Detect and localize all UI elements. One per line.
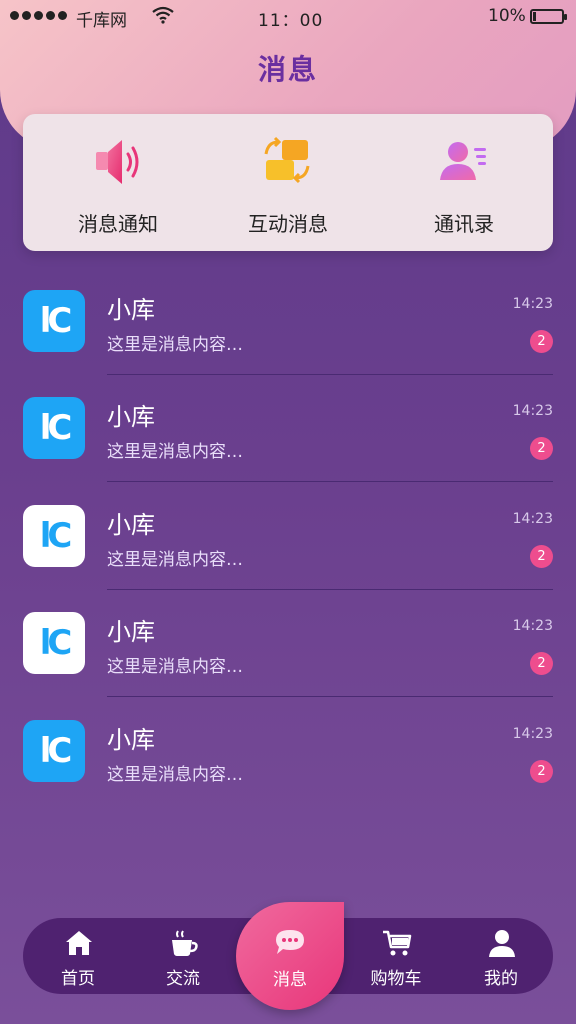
- message-item[interactable]: lC 小库 这里是消息内容… 14:23 2: [0, 720, 576, 827]
- message-preview: 这里是消息内容…: [107, 335, 243, 355]
- message-item[interactable]: lC 小库 这里是消息内容… 14:23 2: [0, 290, 576, 397]
- unread-badge: 2: [530, 652, 553, 675]
- divider: [107, 589, 553, 590]
- user-icon: [487, 928, 517, 958]
- page-title: 消息: [257, 53, 318, 86]
- unread-badge: 2: [530, 437, 553, 460]
- tab-label: 购物车: [370, 969, 422, 989]
- avatar: lC: [23, 505, 85, 567]
- battery-level: [533, 12, 536, 21]
- interaction-icon: [258, 134, 318, 190]
- app-logo-icon: lC: [39, 516, 73, 556]
- status-bar: 千库网 11：00 10%: [0, 0, 576, 32]
- message-time: 14:23: [512, 511, 553, 527]
- tab-messages[interactable]: 消息: [236, 902, 344, 1010]
- home-icon: [64, 928, 94, 958]
- unread-badge: 2: [530, 545, 553, 568]
- quick-action-notifications[interactable]: 消息通知: [33, 134, 203, 237]
- carrier-label: 千库网: [76, 11, 127, 31]
- unread-badge: 2: [530, 760, 553, 783]
- message-sender: 小库: [107, 726, 155, 754]
- contacts-icon: [434, 134, 494, 190]
- wifi-icon: [152, 6, 174, 29]
- app-logo-icon: lC: [39, 408, 73, 448]
- message-time: 14:23: [512, 296, 553, 312]
- message-sender: 小库: [107, 511, 155, 539]
- quick-action-contacts[interactable]: 通讯录: [379, 134, 549, 237]
- quick-action-label: 消息通知: [78, 212, 158, 236]
- app-logo-icon: lC: [39, 301, 73, 341]
- divider: [107, 696, 553, 697]
- message-preview: 这里是消息内容…: [107, 657, 243, 677]
- tab-label: 我的: [484, 969, 518, 989]
- tab-label: 首页: [61, 969, 95, 989]
- battery-icon: [530, 9, 567, 24]
- message-time: 14:23: [512, 403, 553, 419]
- message-item[interactable]: lC 小库 这里是消息内容… 14:23 2: [0, 505, 576, 612]
- divider: [107, 481, 553, 482]
- quick-action-label: 互动消息: [248, 212, 328, 236]
- battery-percent: 10%: [488, 6, 526, 26]
- tab-label: 交流: [166, 969, 200, 989]
- clock: 11：00: [258, 11, 324, 31]
- message-preview: 这里是消息内容…: [107, 765, 243, 785]
- speaker-icon: [88, 134, 148, 190]
- quick-actions-card: 消息通知 互动消息 通讯录: [23, 114, 553, 251]
- message-time: 14:23: [512, 726, 553, 742]
- message-item[interactable]: lC 小库 这里是消息内容… 14:23 2: [0, 397, 576, 504]
- app-logo-icon: lC: [39, 623, 73, 663]
- message-preview: 这里是消息内容…: [107, 550, 243, 570]
- unread-badge: 2: [530, 330, 553, 353]
- message-sender: 小库: [107, 296, 155, 324]
- cart-icon: [382, 928, 412, 958]
- avatar: lC: [23, 290, 85, 352]
- signal-icon: [10, 11, 67, 20]
- chat-bubble-icon: [274, 928, 306, 956]
- message-item[interactable]: lC 小库 这里是消息内容… 14:23 2: [0, 612, 576, 719]
- tab-label: 消息: [273, 970, 307, 990]
- divider: [107, 374, 553, 375]
- message-time: 14:23: [512, 618, 553, 634]
- tab-home[interactable]: 首页: [28, 918, 128, 994]
- avatar: lC: [23, 720, 85, 782]
- tab-community[interactable]: 交流: [133, 918, 233, 994]
- tab-cart[interactable]: 购物车: [346, 918, 446, 994]
- quick-action-label: 通讯录: [434, 212, 494, 236]
- message-sender: 小库: [107, 618, 155, 646]
- avatar: lC: [23, 397, 85, 459]
- quick-action-interactions[interactable]: 互动消息: [203, 134, 373, 237]
- coffee-icon: [169, 928, 199, 958]
- message-sender: 小库: [107, 403, 155, 431]
- avatar: lC: [23, 612, 85, 674]
- app-logo-icon: lC: [39, 731, 73, 771]
- tab-profile[interactable]: 我的: [451, 918, 551, 994]
- message-preview: 这里是消息内容…: [107, 442, 243, 462]
